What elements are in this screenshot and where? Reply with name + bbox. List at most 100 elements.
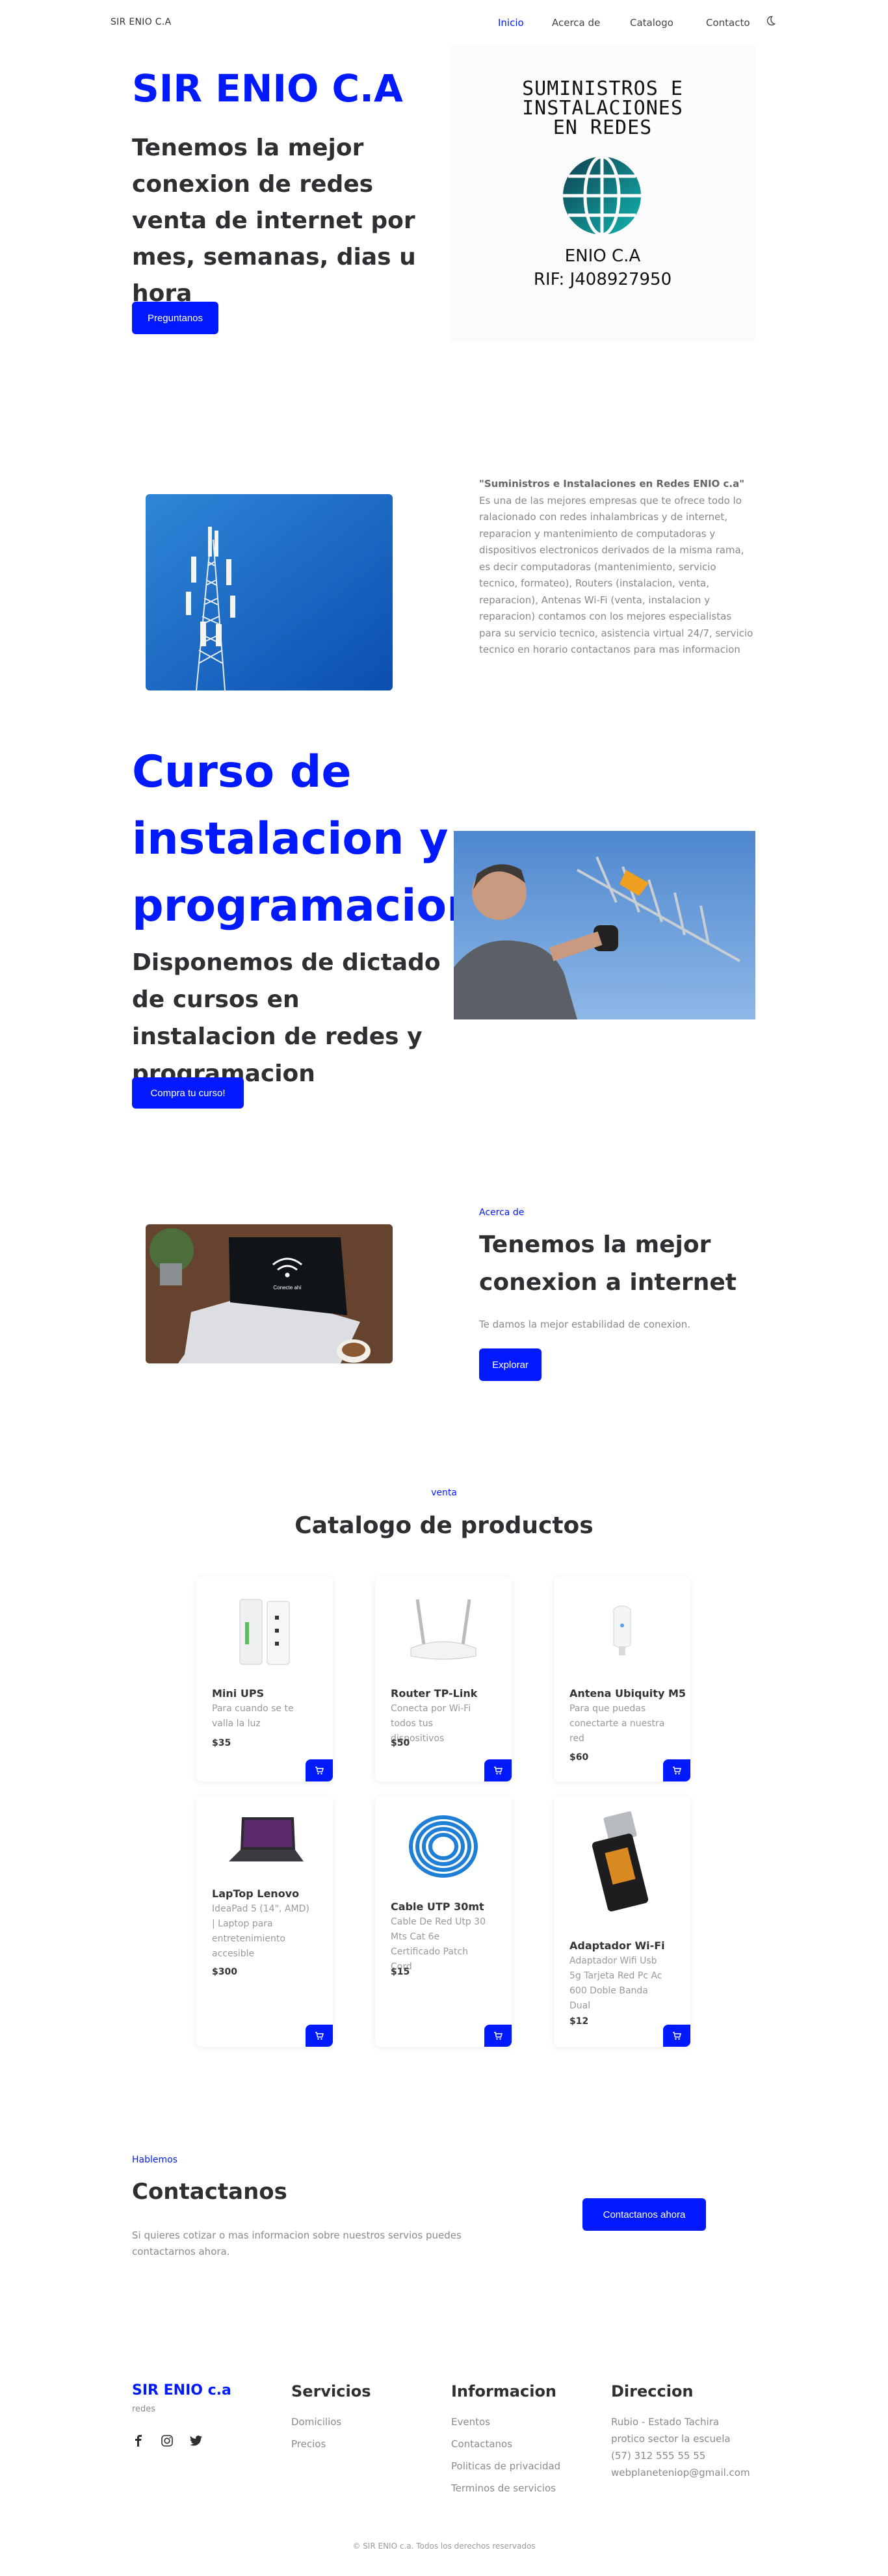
footer-link-domicilios[interactable]: Domicilios xyxy=(291,2411,341,2433)
footer-link-eventos[interactable]: Eventos xyxy=(451,2411,560,2433)
product-card[interactable]: Cable UTP 30mt Cable De Red Utp 30 Mts C… xyxy=(375,1796,512,2047)
product-name: Router TP-Link xyxy=(391,1687,478,1700)
acerca-eyebrow: Acerca de xyxy=(479,1207,525,1218)
logo-name: ENIO C.A xyxy=(564,246,641,266)
footer-dir-city: Rubio - Estado Tachira xyxy=(611,2416,720,2428)
instagram-icon[interactable] xyxy=(161,2435,173,2447)
product-card[interactable]: Adaptador Wi-Fi Adaptador Wifi Usb 5g Ta… xyxy=(554,1796,690,2047)
add-to-cart-button[interactable] xyxy=(484,1759,512,1781)
product-desc: Cable De Red Utp 30 Mts Cat 6e Certifica… xyxy=(391,1917,486,1972)
footer-dir-street: protico sector la escuela xyxy=(611,2433,731,2445)
hero-title: SIR ENIO C.A xyxy=(132,66,403,111)
logo-rif: RIF: J408927950 xyxy=(533,270,672,289)
add-to-cart-button[interactable] xyxy=(663,2025,690,2047)
course-title: Curso de instalacion y programacion xyxy=(132,746,478,932)
product-desc: Para cuando se te valla la luz xyxy=(212,1703,294,1729)
catalog-title: Catalogo de productos xyxy=(294,1512,594,1539)
catalog-eyebrow: venta xyxy=(431,1488,457,1498)
product-card[interactable]: LapTop Lenovo IdeaPad 5 (14", AMD) | Lap… xyxy=(196,1796,333,2047)
laptop-screen-text: Conecte ahí xyxy=(273,1285,302,1291)
footer-tagline: redes xyxy=(132,2404,156,2414)
mini-ups-image xyxy=(239,1599,290,1665)
contact-now-button[interactable]: Contactanos ahora xyxy=(582,2198,706,2231)
nav-acerca[interactable]: Acerca de xyxy=(552,17,600,29)
product-card[interactable]: Antena Ubiquity M5 Para que puedas conec… xyxy=(554,1577,690,1781)
antenna-image xyxy=(613,1605,631,1655)
footer-link-precios[interactable]: Precios xyxy=(291,2433,341,2455)
twitter-icon[interactable] xyxy=(190,2436,202,2446)
product-desc: Para que puedas conectarte a nuestra red xyxy=(569,1703,665,1744)
logo-line-1: SUMINISTROS E xyxy=(522,77,683,100)
cart-icon xyxy=(315,2032,324,2040)
antenna-tower-image xyxy=(146,494,393,690)
acerca-text: Te damos la mejor estabilidad de conexio… xyxy=(479,1319,690,1330)
nav-contacto[interactable]: Contacto xyxy=(706,17,750,29)
footer-dir-list: Rubio - Estado Tachira protico sector la… xyxy=(611,2413,750,2481)
product-price: $300 xyxy=(212,1967,237,1977)
course-subtitle: Disponemos de dictado de cursos en insta… xyxy=(132,949,441,1087)
logo-line-2: INSTALACIONES xyxy=(522,97,683,120)
product-name: Cable UTP 30mt xyxy=(391,1900,484,1913)
product-price: $15 xyxy=(391,1967,410,1977)
company-logo: SUMINISTROS E INSTALACIONES EN REDES ENI… xyxy=(450,46,755,341)
laptop-image: Conecte ahí xyxy=(146,1224,393,1363)
site-header: SIR ENIO C.A Inicio Acerca de Catalogo C… xyxy=(0,0,888,46)
product-card[interactable]: Router TP-Link Conecta por Wi-Fi todos t… xyxy=(375,1577,512,1781)
contact-text: Si quieres cotizar o mas informacion sob… xyxy=(132,2229,462,2257)
router-image xyxy=(410,1599,477,1660)
product-card[interactable]: Mini UPS Para cuando se te valla la luz … xyxy=(196,1577,333,1781)
about-text: "Suministros e Instalaciones en Redes EN… xyxy=(479,476,755,659)
technician-image xyxy=(454,831,755,1019)
product-name: LapTop Lenovo xyxy=(212,1887,300,1900)
copyright: © SIR ENIO c.a. Todos los derechos reser… xyxy=(352,2542,536,2551)
header-brand[interactable]: SIR ENIO C.A xyxy=(111,17,172,27)
contact-eyebrow: Hablemos xyxy=(132,2155,177,2165)
footer-servicios-title: Servicios xyxy=(291,2382,371,2400)
cart-icon xyxy=(494,2032,503,2040)
footer-servicios-list: Domicilios Precios xyxy=(291,2411,341,2455)
globe-icon xyxy=(563,155,641,237)
footer-dir-email[interactable]: webplaneteniop@gmail.com xyxy=(611,2464,750,2481)
footer-link-terminos[interactable]: Terminos de servicios xyxy=(451,2477,560,2499)
moon-icon[interactable] xyxy=(764,14,777,27)
about-body: Es una de las mejores empresas que te of… xyxy=(479,494,753,656)
add-to-cart-button[interactable] xyxy=(484,2025,512,2047)
wifi-adapter-image xyxy=(592,1811,649,1912)
buy-course-button[interactable]: Compra tu curso! xyxy=(132,1077,244,1109)
hero-subtitle: Tenemos la mejor conexion de redes venta… xyxy=(132,135,416,307)
acerca-title: Tenemos la mejor conexion a internet xyxy=(479,1231,737,1296)
cart-icon xyxy=(673,2032,682,2040)
footer-info-list: Eventos Contactanos Politicas de privaci… xyxy=(451,2411,560,2499)
product-price: $60 xyxy=(569,1752,589,1763)
nav-catalogo[interactable]: Catalogo xyxy=(630,17,673,29)
cart-icon xyxy=(673,1767,682,1775)
product-price: $12 xyxy=(569,2016,589,2027)
footer-info-title: Informacion xyxy=(451,2382,557,2400)
nav-inicio[interactable]: Inicio xyxy=(498,17,524,29)
facebook-icon[interactable] xyxy=(134,2435,143,2447)
add-to-cart-button[interactable] xyxy=(306,1759,333,1781)
product-price: $50 xyxy=(391,1738,410,1748)
product-name: Mini UPS xyxy=(212,1687,265,1700)
footer-dir-title: Direccion xyxy=(611,2382,694,2400)
explorar-button[interactable]: Explorar xyxy=(479,1348,542,1381)
preguntanos-button[interactable]: Preguntanos xyxy=(132,302,218,334)
cart-icon xyxy=(315,1767,324,1775)
product-price: $35 xyxy=(212,1738,231,1748)
laptop-lenovo-image xyxy=(229,1817,304,1861)
footer-dir-phone: (57) 312 555 55 55 xyxy=(611,2450,706,2462)
cart-icon xyxy=(494,1767,503,1775)
footer-link-contactanos[interactable]: Contactanos xyxy=(451,2433,560,2455)
product-name: Adaptador Wi-Fi xyxy=(569,1939,665,1952)
add-to-cart-button[interactable] xyxy=(306,2025,333,2047)
footer-brand: SIR ENIO c.a xyxy=(132,2382,231,2399)
add-to-cart-button[interactable] xyxy=(663,1759,690,1781)
about-lead: "Suministros e Instalaciones en Redes EN… xyxy=(479,478,745,490)
utp-cable-image xyxy=(409,1815,478,1878)
logo-line-3: EN REDES xyxy=(553,116,653,139)
contact-title: Contactanos xyxy=(132,2179,287,2205)
product-desc: IdeaPad 5 (14", AMD) | Laptop para entre… xyxy=(212,1904,309,1959)
product-name: Antena Ubiquity M5 xyxy=(569,1687,686,1700)
footer-link-privacidad[interactable]: Politicas de privacidad xyxy=(451,2455,560,2477)
product-desc: Adaptador Wifi Usb 5g Tarjeta Red Pc Ac … xyxy=(569,1956,662,2011)
